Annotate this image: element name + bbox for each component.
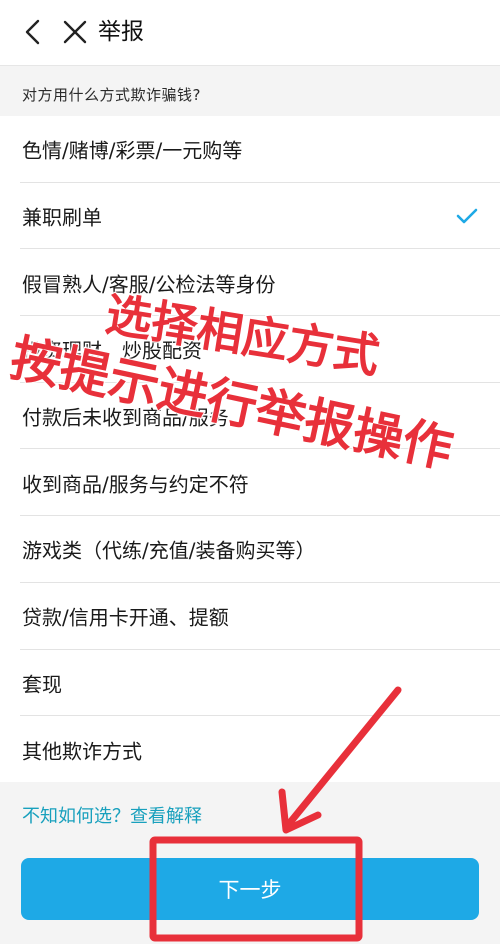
option-item[interactable]: 游戏类（代练/充值/装备购买等） [0,516,500,583]
option-item[interactable]: 兼职刷单 [0,182,500,250]
option-label: 贷款/信用卡开通、提额 [22,605,229,630]
option-item[interactable]: 其他欺诈方式 [0,716,500,783]
option-label: 色情/赌博/彩票/一元购等 [22,138,243,163]
option-item[interactable]: 色情/赌博/彩票/一元购等 [0,116,500,183]
next-button[interactable]: 下一步 [21,858,479,920]
option-list: 色情/赌博/彩票/一元购等 兼职刷单假冒熟人/客服/公检法等身份 投资理财、炒股配资… [0,116,500,783]
option-item[interactable]: 套现 [0,649,500,717]
option-label: 套现 [22,672,62,697]
option-item[interactable]: 贷款/信用卡开通、提额 [0,582,500,650]
option-item[interactable]: 付款后未收到商品/服务 [0,382,500,450]
option-label: 付款后未收到商品/服务 [22,405,229,430]
chevron-left-icon[interactable] [18,17,48,47]
close-icon[interactable] [60,17,90,47]
page-title: 举报 [98,19,144,45]
help-link[interactable]: 不知如何选？查看解释 [22,802,202,828]
option-label: 游戏类（代练/充值/装备购买等） [22,538,316,563]
checkmark-icon [456,208,478,224]
option-label: 收到商品/服务与约定不符 [22,472,249,497]
question-label: 对方用什么方式欺诈骗钱? [22,86,201,104]
option-label: 假冒熟人/客服/公检法等身份 [22,272,276,297]
option-item[interactable]: 收到商品/服务与约定不符 [0,449,500,517]
option-label: 其他欺诈方式 [22,739,142,764]
question-header: 对方用什么方式欺诈骗钱? [0,66,500,116]
option-label: 兼职刷单 [22,205,102,230]
option-item[interactable]: 假冒熟人/客服/公检法等身份 [0,249,500,317]
option-label: 投资理财、炒股配资 [22,338,202,363]
top-bar: 举报 [0,0,500,66]
option-item[interactable]: 投资理财、炒股配资 [0,316,500,383]
